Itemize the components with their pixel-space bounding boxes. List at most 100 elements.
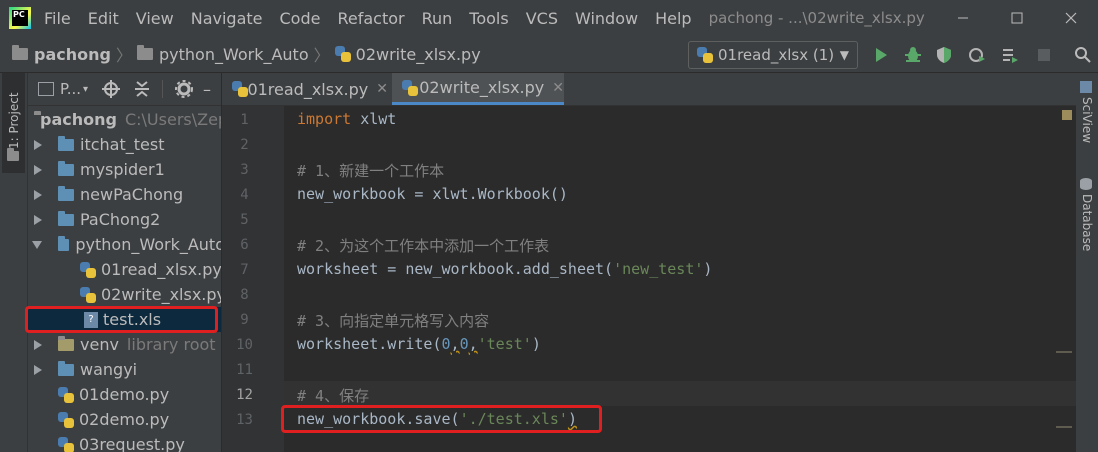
concurrency-icon: [1003, 49, 1018, 63]
close-window-button[interactable]: [1044, 0, 1098, 36]
code-text: worksheet.write(: [297, 335, 442, 353]
profiler-icon: [969, 48, 985, 62]
code-line-7: worksheet = new_workbook.add_sheet('new_…: [297, 260, 712, 278]
collapse-all-icon[interactable]: [134, 80, 150, 98]
expand-arrow-icon[interactable]: [34, 339, 42, 350]
breadcrumb-folder[interactable]: python_Work_Auto: [136, 45, 309, 64]
expand-arrow-icon[interactable]: [34, 189, 42, 200]
menu-edit[interactable]: Edit: [88, 9, 119, 28]
scroll-marker[interactable]: [1056, 426, 1072, 428]
project-view-selector[interactable]: P... ▾: [38, 80, 88, 98]
folder-icon: [58, 360, 74, 376]
menu-vcs[interactable]: VCS: [526, 9, 558, 28]
database-tab[interactable]: Database: [1080, 178, 1094, 251]
tree-item[interactable]: 02demo.py: [58, 407, 221, 432]
expand-arrow-icon[interactable]: [34, 139, 42, 150]
tree-item-label: wangyi: [80, 360, 138, 379]
python-file-icon: [80, 261, 96, 278]
line-number-gutter: 1 2 3 4 5 6 7 8 9 10 11 12 13: [222, 106, 284, 452]
breadcrumb-project[interactable]: pachong: [12, 45, 111, 64]
expand-arrow-icon[interactable]: [34, 164, 42, 175]
tree-item[interactable]: venv library root: [34, 332, 221, 357]
close-tab-icon[interactable]: ✕: [552, 80, 564, 96]
tree-item-label: 03request.py: [79, 435, 185, 452]
scroll-marker[interactable]: [1056, 351, 1072, 353]
menu-refactor[interactable]: Refactor: [337, 9, 404, 28]
expand-arrow-icon[interactable]: [34, 364, 42, 375]
project-tool-tab[interactable]: 1: Project: [2, 73, 25, 173]
locate-icon[interactable]: [102, 80, 121, 98]
debug-button[interactable]: [903, 45, 923, 65]
breadcrumb-label: 02write_xlsx.py: [355, 44, 481, 64]
maximize-button[interactable]: [990, 0, 1044, 36]
python-file-icon: [402, 79, 418, 96]
database-icon: [1080, 178, 1092, 190]
menu-navigate[interactable]: Navigate: [191, 9, 263, 28]
tree-item-label: 02demo.py: [79, 410, 170, 429]
code-text: ,: [468, 335, 478, 353]
tree-item-label: newPaChong: [80, 185, 184, 204]
sciview-icon: [1080, 81, 1092, 93]
menu-window[interactable]: Window: [575, 9, 638, 28]
line-number: 4: [240, 187, 249, 203]
number-literal: 0: [459, 335, 469, 353]
tab-label: 02write_xlsx.py: [419, 78, 545, 97]
coverage-button[interactable]: [934, 45, 954, 65]
python-file-icon: [58, 436, 74, 452]
tree-item[interactable]: wangyi: [34, 357, 221, 382]
menu-help[interactable]: Help: [655, 9, 691, 28]
tab-02write-xlsx[interactable]: 02write_xlsx.py ✕: [392, 73, 564, 105]
menu-file[interactable]: File: [44, 9, 71, 28]
folder-icon: [58, 335, 74, 351]
tab-01read-xlsx[interactable]: 01read_xlsx.py ✕: [222, 73, 388, 105]
line-number: 11: [236, 362, 253, 378]
highlight-box-file: [25, 306, 218, 333]
code-line-1: import xlwt: [297, 110, 396, 128]
breadcrumb-file[interactable]: 02write_xlsx.py: [334, 44, 481, 64]
line-number: 10: [236, 337, 253, 353]
python-file-icon: [334, 46, 351, 62]
tree-root[interactable]: pachong C:\Users\Zep: [34, 107, 221, 132]
search-button[interactable]: [1073, 45, 1093, 65]
menu-run[interactable]: Run: [422, 9, 453, 28]
menu-tools[interactable]: Tools: [469, 9, 508, 28]
line-number: 8: [240, 287, 249, 303]
python-file-icon: [697, 47, 713, 63]
line-number: 5: [240, 212, 249, 228]
keyword: import: [297, 110, 352, 128]
run-configuration-dropdown[interactable]: 01read_xlsx (1) ▼: [688, 41, 858, 69]
close-icon: [1065, 12, 1077, 24]
collapse-arrow-icon[interactable]: [32, 240, 42, 249]
code-editor[interactable]: import xlwt # 1、新建一个工作本 new_workbook = x…: [284, 106, 1076, 452]
tree-item[interactable]: python_Work_Auto: [32, 232, 221, 257]
expand-arrow-icon[interactable]: [34, 214, 42, 225]
analysis-status-icon[interactable]: [1062, 110, 1072, 120]
chevron-down-icon: ▼: [839, 48, 849, 62]
menu-view[interactable]: View: [136, 9, 174, 28]
tree-item[interactable]: myspider1: [34, 157, 221, 182]
run-button[interactable]: [871, 45, 891, 65]
stop-button[interactable]: [1034, 45, 1054, 65]
close-tab-icon[interactable]: ✕: [376, 81, 388, 97]
tree-item[interactable]: itchat_test: [34, 132, 221, 157]
folder-icon: [58, 160, 74, 176]
tree-item[interactable]: 02write_xlsx.py: [80, 282, 221, 307]
tree-item[interactable]: newPaChong: [34, 182, 221, 207]
menu-code[interactable]: Code: [280, 9, 321, 28]
tree-item[interactable]: 01demo.py: [58, 382, 221, 407]
tree-item[interactable]: PaChong2: [34, 207, 221, 232]
python-file-icon: [232, 81, 248, 97]
tree-item[interactable]: 01read_xlsx.py: [80, 257, 221, 282]
sciview-label: SciView: [1080, 97, 1094, 144]
code-comment: # 3、向指定单元格写入内容: [297, 312, 490, 330]
tree-item[interactable]: 03request.py: [58, 432, 221, 452]
sciview-tab[interactable]: SciView: [1080, 81, 1094, 143]
bug-icon: [905, 47, 921, 62]
concurrency-button[interactable]: [1000, 45, 1020, 65]
tree-item-label: python_Work_Auto: [75, 235, 221, 254]
gear-icon[interactable]: [175, 80, 194, 98]
profile-button[interactable]: [967, 45, 987, 65]
minimize-button[interactable]: [936, 0, 990, 36]
folder-icon: [58, 210, 74, 226]
hide-panel-icon[interactable]: –: [203, 80, 211, 99]
